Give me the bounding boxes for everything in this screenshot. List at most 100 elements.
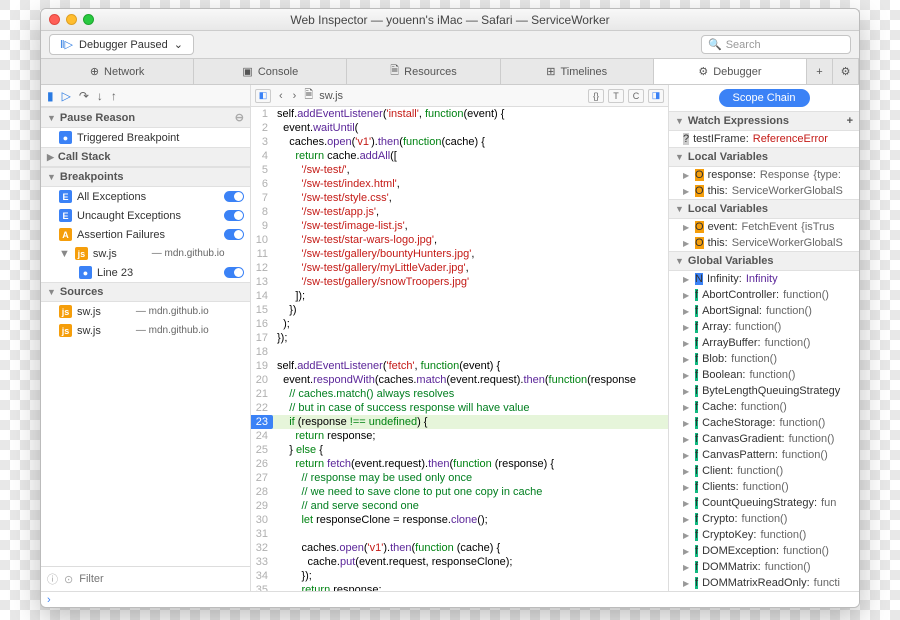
code-line[interactable]: 26 return fetch(event.request).then(func…: [251, 457, 668, 471]
type-icon[interactable]: T: [608, 89, 624, 103]
breakpoint-toggle[interactable]: [224, 210, 244, 221]
variable-row[interactable]: ▶fCanvasPattern: function(): [669, 447, 859, 463]
code-line[interactable]: 11 '/sw-test/gallery/bountyHunters.jpg',: [251, 247, 668, 261]
right-sidebar-toggle-icon[interactable]: ◨: [648, 89, 664, 103]
pause-reason-hdr[interactable]: ▼Pause Reason⊖: [41, 107, 250, 128]
code-line[interactable]: 19self.addEventListener('fetch', functio…: [251, 359, 668, 373]
code-line[interactable]: 15 }): [251, 303, 668, 317]
debugger-status-pill[interactable]: ‖▷ Debugger Paused ⌄: [49, 34, 194, 55]
code-line[interactable]: 30 let responseClone = response.clone();: [251, 513, 668, 527]
coverage-icon[interactable]: C: [628, 89, 644, 103]
code-line[interactable]: 9 '/sw-test/image-list.js',: [251, 219, 668, 233]
info-icon[interactable]: ⓘ: [47, 571, 58, 587]
code-editor[interactable]: 1self.addEventListener('install', functi…: [251, 107, 668, 591]
code-line[interactable]: 25 } else {: [251, 443, 668, 457]
code-line[interactable]: 1self.addEventListener('install', functi…: [251, 107, 668, 121]
code-line[interactable]: 6 '/sw-test/index.html',: [251, 177, 668, 191]
variable-row[interactable]: ▶fArray: function(): [669, 319, 859, 335]
breakpoint-toggle[interactable]: [224, 191, 244, 202]
variable-row[interactable]: ▶fDOMException: function(): [669, 543, 859, 559]
code-line[interactable]: 29 // and serve second one: [251, 499, 668, 513]
code-line[interactable]: 16 );: [251, 317, 668, 331]
breakpoint-file[interactable]: ▼jssw.js— mdn.github.io: [41, 244, 250, 263]
code-line[interactable]: 28 // we need to save clone to put one c…: [251, 485, 668, 499]
variable-row[interactable]: ▶fDOMMatrixReadOnly: functi: [669, 575, 859, 591]
filter-input[interactable]: [79, 573, 244, 585]
code-line[interactable]: 35 return response;: [251, 583, 668, 591]
sources-hdr[interactable]: ▼Sources: [41, 282, 250, 302]
variable-row[interactable]: ▶Othis: ServiceWorkerGlobalS: [669, 183, 859, 199]
code-line[interactable]: 5 '/sw-test/',: [251, 163, 668, 177]
code-line[interactable]: 7 '/sw-test/style.css',: [251, 191, 668, 205]
variable-row[interactable]: ▶fCrypto: function(): [669, 511, 859, 527]
code-line[interactable]: 8 '/sw-test/app.js',: [251, 205, 668, 219]
breakpoint-toggle[interactable]: [224, 267, 244, 278]
tab-timelines[interactable]: ⊞Timelines: [501, 59, 654, 84]
step-out-icon[interactable]: ↑: [111, 89, 117, 103]
scope-chain-button[interactable]: Scope Chain: [719, 89, 810, 107]
local-a-hdr[interactable]: ▼Local Variables: [669, 147, 859, 167]
variable-row[interactable]: ▶fDOMMatrix: function(): [669, 559, 859, 575]
code-line[interactable]: 20 event.respondWith(caches.match(event.…: [251, 373, 668, 387]
global-hdr[interactable]: ▼Global Variables: [669, 251, 859, 271]
variable-row[interactable]: ▶fArrayBuffer: function(): [669, 335, 859, 351]
watch-hdr[interactable]: ▼Watch Expressions+: [669, 111, 859, 131]
continue-icon[interactable]: ▷: [62, 89, 71, 103]
breakpoint-item[interactable]: EAll Exceptions: [41, 187, 250, 206]
variable-row[interactable]: ▶Oevent: FetchEvent{isTrus: [669, 219, 859, 235]
search-input[interactable]: 🔍 Search: [701, 35, 851, 54]
code-line[interactable]: 2 event.waitUntil(: [251, 121, 668, 135]
code-line[interactable]: 22 // but in case of success response wi…: [251, 401, 668, 415]
code-line[interactable]: 12 '/sw-test/gallery/myLittleVader.jpg',: [251, 261, 668, 275]
variable-row[interactable]: ▶fCanvasGradient: function(): [669, 431, 859, 447]
code-line[interactable]: 21 // caches.match() always resolves: [251, 387, 668, 401]
code-line[interactable]: 31: [251, 527, 668, 541]
tab-settings[interactable]: ⚙: [833, 59, 859, 84]
variable-row[interactable]: ▶fClients: function(): [669, 479, 859, 495]
code-line[interactable]: 18: [251, 345, 668, 359]
source-item[interactable]: jssw.js— mdn.github.io: [41, 302, 250, 321]
variable-row[interactable]: ▶fClient: function(): [669, 463, 859, 479]
code-line[interactable]: 3 caches.open('v1').then(function(cache)…: [251, 135, 668, 149]
breakpoint-item[interactable]: AAssertion Failures: [41, 225, 250, 244]
variable-row[interactable]: ▶fByteLengthQueuingStrategy: [669, 383, 859, 399]
variable-row[interactable]: ▶fAbortController: function(): [669, 287, 859, 303]
code-line[interactable]: 32 caches.open('v1').then(function (cach…: [251, 541, 668, 555]
code-line[interactable]: 23 if (response !== undefined) {: [251, 415, 668, 429]
variable-row[interactable]: ▶fCryptoKey: function(): [669, 527, 859, 543]
code-line[interactable]: 4 return cache.addAll([: [251, 149, 668, 163]
step-over-icon[interactable]: ↷: [79, 89, 89, 103]
variable-row[interactable]: ▶Oresponse: Response{type:: [669, 167, 859, 183]
watch-item[interactable]: ?testIFrame:ReferenceError: [669, 131, 859, 147]
tab-console[interactable]: ▣Console: [194, 59, 347, 84]
code-line[interactable]: 33 cache.put(event.request, responseClon…: [251, 555, 668, 569]
pretty-print-icon[interactable]: {}: [588, 89, 604, 103]
code-line[interactable]: 34 });: [251, 569, 668, 583]
code-line[interactable]: 17});: [251, 331, 668, 345]
sidebar-toggle-icon[interactable]: ◧: [255, 89, 271, 103]
add-icon[interactable]: +: [847, 115, 853, 127]
breadcrumb-file[interactable]: sw.js: [319, 90, 343, 102]
variable-row[interactable]: ▶fCountQueuingStrategy: fun: [669, 495, 859, 511]
code-line[interactable]: 13 '/sw-test/gallery/snowTroopers.jpg': [251, 275, 668, 289]
call-stack-hdr[interactable]: ▶Call Stack: [41, 147, 250, 167]
code-line[interactable]: 27 // response may be used only once: [251, 471, 668, 485]
breakpoint-item[interactable]: EUncaught Exceptions: [41, 206, 250, 225]
local-b-hdr[interactable]: ▼Local Variables: [669, 199, 859, 219]
source-item[interactable]: jssw.js— mdn.github.io: [41, 321, 250, 340]
variable-row[interactable]: ▶fCacheStorage: function(): [669, 415, 859, 431]
tab-debugger[interactable]: ⚙Debugger: [654, 59, 807, 84]
variable-row[interactable]: ▶fBlob: function(): [669, 351, 859, 367]
variable-row[interactable]: ▶fAbortSignal: function(): [669, 303, 859, 319]
code-line[interactable]: 14 ]);: [251, 289, 668, 303]
nav-forward-icon[interactable]: ›: [291, 90, 299, 102]
code-line[interactable]: 24 return response;: [251, 429, 668, 443]
variable-row[interactable]: ▶fCache: function(): [669, 399, 859, 415]
step-into-icon[interactable]: ↓: [97, 89, 103, 103]
tab-resources[interactable]: 🗎Resources: [347, 59, 500, 84]
breakpoint-toggle-icon[interactable]: ▮: [47, 89, 54, 103]
variable-row[interactable]: ▶NInfinity: Infinity: [669, 271, 859, 287]
tab-add[interactable]: +: [807, 59, 833, 84]
variable-row[interactable]: ▶Othis: ServiceWorkerGlobalS: [669, 235, 859, 251]
breakpoint-line[interactable]: ●Line 23: [41, 263, 250, 282]
